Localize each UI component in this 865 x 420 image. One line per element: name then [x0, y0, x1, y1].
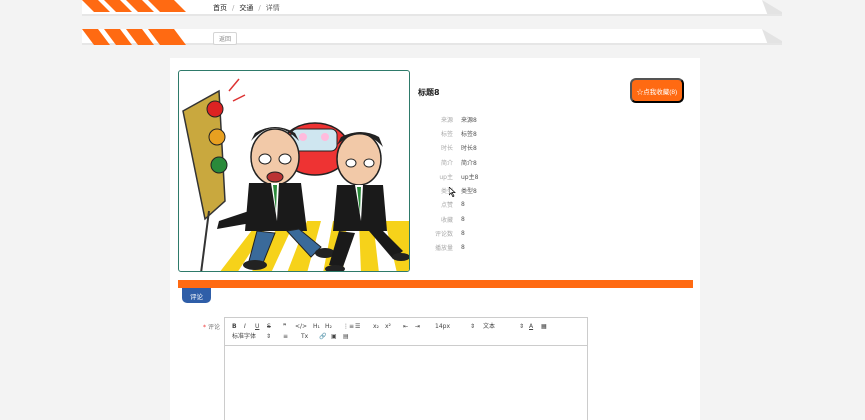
italic-button[interactable]: I: [244, 323, 246, 331]
underline-button[interactable]: U: [255, 323, 259, 331]
breadcrumb-separator: /: [232, 4, 235, 12]
breadcrumb: 首页 / 交通 / 详情: [213, 3, 280, 13]
info-row-uploader: up主 up主8: [426, 169, 478, 183]
font-type-value: 文本: [483, 323, 496, 330]
info-label: 标签: [440, 130, 453, 138]
info-row-comments: 评论数 8: [426, 226, 478, 240]
back-button[interactable]: 返回: [213, 32, 238, 45]
breadcrumb-home[interactable]: 首页: [213, 3, 227, 13]
info-value: 来源8: [461, 116, 477, 124]
info-list: 来源 来源8 标签 标签8 时长 时长8 简介 简介8 up主 up主8 类型 …: [426, 112, 478, 255]
item-title: 标题8: [418, 88, 440, 97]
tab-comment[interactable]: 评论: [182, 288, 211, 303]
font-family-value: 标准字体: [232, 333, 257, 340]
info-value: 8: [461, 244, 465, 252]
info-label: 评论数: [434, 231, 453, 239]
rich-text-editor: B I U S ❞ </> H₁ H₂ ⋮≡ ☰ x₂ x² ⇤ ⇥ 14px ⇕…: [224, 317, 588, 420]
info-row-tag: 标签 标签8: [426, 126, 478, 140]
superscript-button[interactable]: x²: [385, 323, 391, 331]
clear-format-button[interactable]: Tx: [301, 333, 308, 341]
quote-button[interactable]: ❞: [283, 323, 286, 331]
info-value: 类型8: [461, 188, 477, 196]
editor-content-area[interactable]: [225, 346, 587, 420]
header1-button[interactable]: H₁: [313, 323, 320, 331]
collect-button[interactable]: ☆点我收藏(8): [630, 78, 684, 103]
info-label: 收藏: [440, 216, 453, 224]
video-button[interactable]: ▤: [343, 333, 349, 341]
info-row-favorites: 收藏 8: [426, 212, 478, 226]
info-value: up主8: [461, 173, 479, 181]
indent-left-button[interactable]: ⇤: [403, 323, 408, 331]
background-color-button[interactable]: ▦: [541, 323, 547, 331]
font-type-select[interactable]: 文本 ⇕: [483, 323, 524, 331]
info-value: 简介8: [461, 159, 477, 167]
required-mark: *: [203, 324, 206, 331]
align-button[interactable]: ≡: [283, 333, 288, 341]
strike-button[interactable]: S: [267, 323, 271, 331]
font-family-select[interactable]: 标准字体 ⇕: [232, 333, 271, 341]
back-bar: 返回: [82, 29, 782, 45]
info-value: 8: [461, 201, 465, 209]
font-size-value: 14px: [435, 323, 450, 330]
link-button[interactable]: 🔗: [319, 333, 326, 341]
chevron-updown-icon: ⇕: [519, 323, 525, 330]
comment-label-text: 评论: [208, 324, 221, 331]
stripe-banner: [82, 29, 782, 45]
font-color-button[interactable]: A: [529, 323, 533, 331]
breadcrumb-category[interactable]: 交通: [239, 3, 253, 13]
info-value: 8: [461, 215, 465, 223]
info-label: 点赞: [440, 202, 453, 210]
info-label: 播放量: [434, 245, 453, 253]
info-row-intro: 简介 简介8: [426, 155, 478, 169]
info-label: up主: [439, 173, 453, 181]
cartoon-illustration: [182, 78, 409, 271]
indent-right-button[interactable]: ⇥: [415, 323, 420, 331]
breadcrumb-bar: 首页 / 交通 / 详情: [82, 0, 782, 16]
info-label: 时长: [440, 145, 453, 153]
comment-field-label: * 评论: [203, 322, 220, 331]
chevron-updown-icon: ⇕: [470, 323, 476, 330]
ordered-list-button[interactable]: ⋮≡: [343, 323, 354, 331]
editor-toolbar: B I U S ❞ </> H₁ H₂ ⋮≡ ☰ x₂ x² ⇤ ⇥ 14px ⇕…: [225, 318, 587, 346]
info-row-plays: 播放量 8: [426, 241, 478, 255]
info-value: 标签8: [461, 130, 477, 138]
info-row-source: 来源 来源8: [426, 112, 478, 126]
info-row-duration: 时长 时长8: [426, 141, 478, 155]
info-row-likes: 点赞 8: [426, 198, 478, 212]
cursor-icon: [449, 187, 456, 197]
subscript-button[interactable]: x₂: [373, 323, 379, 331]
stripe-banner: [82, 0, 782, 16]
info-label: 来源: [440, 116, 453, 124]
info-value: 8: [461, 230, 465, 238]
header2-button[interactable]: H₂: [325, 323, 332, 331]
image-button[interactable]: ▣: [331, 333, 337, 341]
breadcrumb-current: 详情: [265, 4, 280, 12]
bullet-list-button[interactable]: ☰: [355, 323, 360, 331]
section-divider: [178, 280, 693, 288]
cover-image: [178, 70, 410, 272]
code-button[interactable]: </>: [295, 323, 307, 331]
bold-button[interactable]: B: [232, 323, 237, 331]
info-value: 时长8: [461, 145, 477, 153]
chevron-updown-icon: ⇕: [266, 333, 272, 340]
font-size-select[interactable]: 14px ⇕: [435, 323, 475, 331]
breadcrumb-separator: /: [258, 4, 261, 12]
info-label: 简介: [440, 159, 453, 167]
